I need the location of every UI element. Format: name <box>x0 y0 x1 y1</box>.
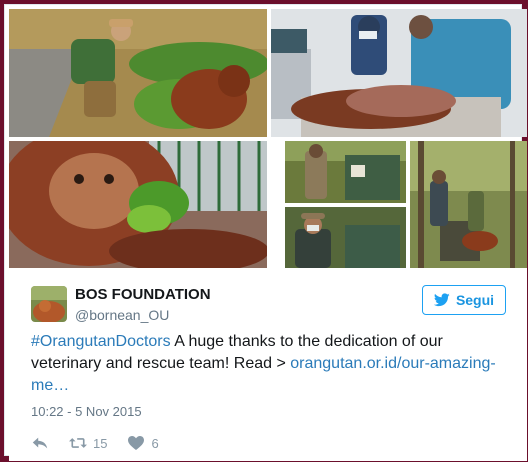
photo-vet-with-orangutan-roadside <box>9 9 267 137</box>
account-avatar[interactable] <box>31 286 67 322</box>
reply-icon <box>32 437 48 449</box>
heart-icon <box>128 436 145 450</box>
tweet-timestamp[interactable]: 10:22 - 5 Nov 2015 <box>31 404 142 419</box>
retweet-count: 15 <box>93 435 108 451</box>
tweet-body: BOS FOUNDATION @bornean_OU Segui #Orangu… <box>9 268 527 461</box>
photo-forest-release <box>410 141 527 268</box>
like-button[interactable]: 6 <box>127 435 159 451</box>
photo-rescue-team-cage <box>285 141 406 203</box>
photo-masked-rescuer-cage <box>285 207 406 268</box>
orangutan-avatar-image <box>31 286 67 322</box>
tweet-actions: 15 6 <box>31 433 179 453</box>
hashtag-link[interactable]: #OrangutanDoctors <box>31 333 171 350</box>
twitter-bird-icon <box>433 293 450 307</box>
account-handle[interactable]: @bornean_OU <box>75 307 169 323</box>
follow-button-label: Segui <box>455 292 495 308</box>
reply-button[interactable] <box>31 435 49 451</box>
follow-button[interactable]: Segui <box>422 285 506 315</box>
retweet-icon <box>69 438 87 448</box>
tweet-text: #OrangutanDoctors A huge thanks to the d… <box>31 331 511 397</box>
retweet-button[interactable]: 15 <box>69 435 107 451</box>
photo-orangutan-eating <box>9 141 267 268</box>
tweet-photo-1[interactable] <box>9 9 267 137</box>
tweet-photo-2[interactable] <box>271 9 527 137</box>
account-display-name[interactable]: BOS FOUNDATION <box>75 286 211 303</box>
tweet-photo-3[interactable] <box>9 141 267 268</box>
embedded-tweet-card: BOS FOUNDATION @bornean_OU Segui #Orangu… <box>4 4 527 461</box>
tweet-photo-5[interactable] <box>285 207 406 268</box>
tweet-photo-4[interactable] <box>285 141 406 203</box>
tweet-photo-6[interactable] <box>410 141 527 268</box>
like-count: 6 <box>151 435 159 451</box>
photo-vets-treating-orangutan <box>271 9 527 137</box>
